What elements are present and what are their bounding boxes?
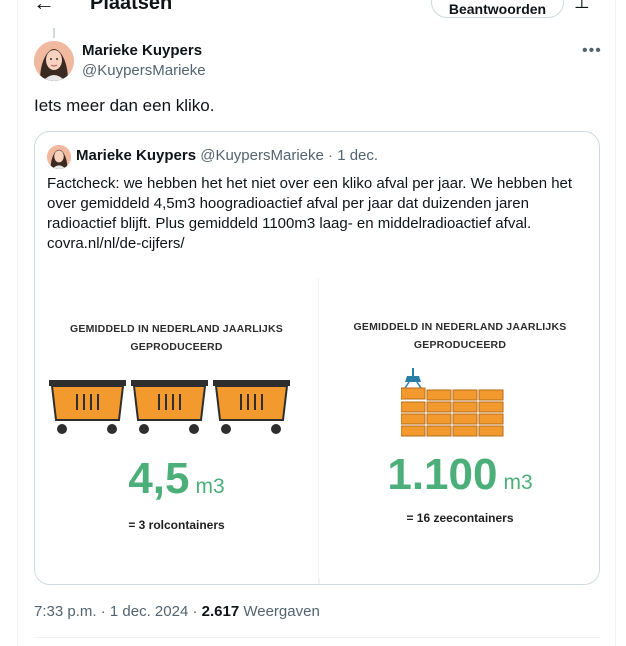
divider [34, 637, 600, 638]
tweet-meta: 7:33 p.m. · 1 dec. 2024 · 2.617 Weergave… [34, 603, 320, 620]
reply-button[interactable]: Beantwoorden [431, 0, 564, 18]
infographic-rolcontainers[interactable]: GEMIDDELD IN NEDERLAND JAARLIJKS GEPRODU… [35, 278, 318, 578]
arrow-left-icon[interactable]: ← [33, 0, 55, 20]
avatar[interactable] [34, 41, 74, 81]
panel1-title-line1: GEMIDDELD IN NEDERLAND JAARLIJKS [70, 323, 283, 335]
meta-separator: · [192, 603, 198, 620]
zeecontainers-illustration [401, 368, 504, 437]
thread-line [53, 28, 55, 38]
quote-text: Factcheck: we hebben het het niet over e… [47, 175, 573, 252]
user-name[interactable]: Marieke Kuypers [82, 42, 202, 59]
quote-avatar [47, 145, 71, 169]
tweet-text: Iets meer dan een kliko. [34, 96, 215, 115]
infographic-zeecontainers[interactable]: GEMIDDELD IN NEDERLAND JAARLIJKS GEPRODU… [319, 278, 599, 578]
quote-user-handle: @KuypersMarieke [200, 147, 324, 164]
quote-user-name: Marieke Kuypers [76, 147, 197, 164]
quote-media[interactable]: GEMIDDELD IN NEDERLAND JAARLIJKS GEPRODU… [35, 278, 599, 584]
tweet-time[interactable]: 7:33 p.m. [34, 603, 97, 620]
quoted-tweet[interactable]: Marieke Kuypers @KuypersMarieke · 1 dec.… [34, 131, 600, 585]
tweet-date[interactable]: 1 dec. 2024 [110, 603, 188, 620]
quote-separator: · [328, 147, 334, 164]
rolcontainers-illustration [49, 379, 291, 435]
panel2-number: 1.100 m3 [387, 450, 533, 499]
panel1-number: 4,5 m3 [128, 454, 225, 503]
page-title: Plaatsen [90, 0, 173, 14]
top-bar: ← Plaatsen Beantwoorden ⊥ [0, 0, 626, 20]
panel1-title-line2: GEPRODUCEERD [130, 341, 223, 353]
quote-date: 1 dec. [337, 147, 379, 164]
user-handle[interactable]: @KuypersMarieke [82, 62, 206, 79]
quote-header: Marieke Kuypers @KuypersMarieke · 1 dec. [76, 147, 378, 164]
adjust-icon[interactable]: ⊥ [574, 0, 590, 12]
more-options-icon[interactable]: ••• [582, 42, 602, 60]
panel2-title-line2: GEPRODUCEERD [413, 339, 507, 351]
panel2-title-line1: GEMIDDELD IN NEDERLAND JAARLIJKS [353, 321, 567, 333]
panel2-caption: = 16 zeecontainers [406, 511, 514, 525]
views-label: Weergaven [243, 603, 320, 620]
views-count: 2.617 [201, 603, 240, 620]
panel1-caption: = 3 rolcontainers [128, 518, 225, 532]
meta-separator: · [100, 603, 106, 620]
